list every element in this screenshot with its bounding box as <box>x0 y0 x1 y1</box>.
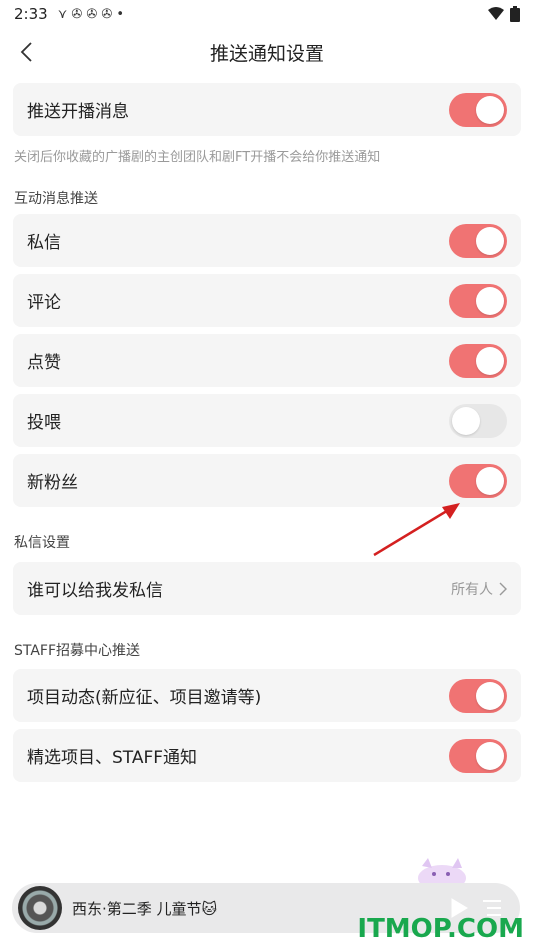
broadcast-push-label: 推送开播消息 <box>27 102 129 122</box>
interaction-label: 点赞 <box>27 353 61 373</box>
nav-bar: 推送通知设置 <box>0 30 534 74</box>
battery-icon <box>510 6 520 22</box>
broadcast-push-row: 推送开播消息 <box>13 83 521 136</box>
private-message-toggle[interactable] <box>449 223 507 258</box>
interaction-row-comment: 评论 <box>13 274 521 327</box>
interaction-row-private-message: 私信 <box>13 214 521 267</box>
private-message-permission-row[interactable]: 谁可以给我发私信 所有人 <box>13 562 521 615</box>
interaction-row-feed: 投喂 <box>13 394 521 447</box>
like-toggle[interactable] <box>449 343 507 378</box>
annotation-arrow-icon <box>373 503 460 557</box>
interaction-label: 评论 <box>27 293 61 313</box>
feed-toggle[interactable] <box>449 403 507 438</box>
interaction-label: 投喂 <box>27 413 61 433</box>
interaction-label: 新粉丝 <box>27 473 78 493</box>
chevron-right-icon <box>499 582 507 595</box>
permission-value-text: 所有人 <box>451 581 493 598</box>
wifi-icon <box>488 7 504 20</box>
chevron-left-icon <box>20 42 32 62</box>
interaction-label: 私信 <box>27 233 61 253</box>
back-button[interactable] <box>10 36 42 68</box>
staff-row-featured-projects: 精选项目、STAFF通知 <box>13 729 521 782</box>
interaction-row-like: 点赞 <box>13 334 521 387</box>
staff-label: 项目动态(新应征、项目邀请等) <box>27 688 262 708</box>
toggle-knob <box>476 681 504 710</box>
album-disc-icon <box>18 886 62 930</box>
toggle-knob <box>476 346 504 375</box>
status-time: 2:33 <box>14 5 48 23</box>
toggle-knob <box>476 95 504 124</box>
toggle-knob <box>476 226 504 255</box>
watermark-text: ITMOP.COM <box>357 914 524 944</box>
section-title-private-message: 私信设置 <box>14 535 70 551</box>
player-track-title: 西东·第二季 儿童节🐱 <box>72 899 218 918</box>
section-title-interaction: 互动消息推送 <box>14 191 98 207</box>
toggle-knob <box>476 466 504 495</box>
private-message-permission-value: 所有人 <box>451 579 507 599</box>
featured-projects-toggle[interactable] <box>449 738 507 773</box>
broadcast-push-toggle[interactable] <box>449 92 507 127</box>
comment-toggle[interactable] <box>449 283 507 318</box>
section-title-staff: STAFF招募中心推送 <box>14 643 141 659</box>
toggle-knob <box>476 741 504 770</box>
staff-row-project-updates: 项目动态(新应征、项目邀请等) <box>13 669 521 722</box>
status-bar: 2:33 ⋎ ✇ ✇ ✇ • <box>0 0 534 28</box>
project-updates-toggle[interactable] <box>449 678 507 713</box>
broadcast-hint: 关闭后你收藏的广播剧的主创团队和剧FT开播不会给你推送通知 <box>14 150 381 165</box>
new-fans-toggle[interactable] <box>449 463 507 498</box>
page-title: 推送通知设置 <box>209 42 324 65</box>
private-message-permission-label: 谁可以给我发私信 <box>27 581 163 601</box>
toggle-knob <box>452 406 480 435</box>
staff-label: 精选项目、STAFF通知 <box>27 748 198 768</box>
notification-icons: ⋎ ✇ ✇ ✇ • <box>57 6 125 22</box>
toggle-knob <box>476 286 504 315</box>
